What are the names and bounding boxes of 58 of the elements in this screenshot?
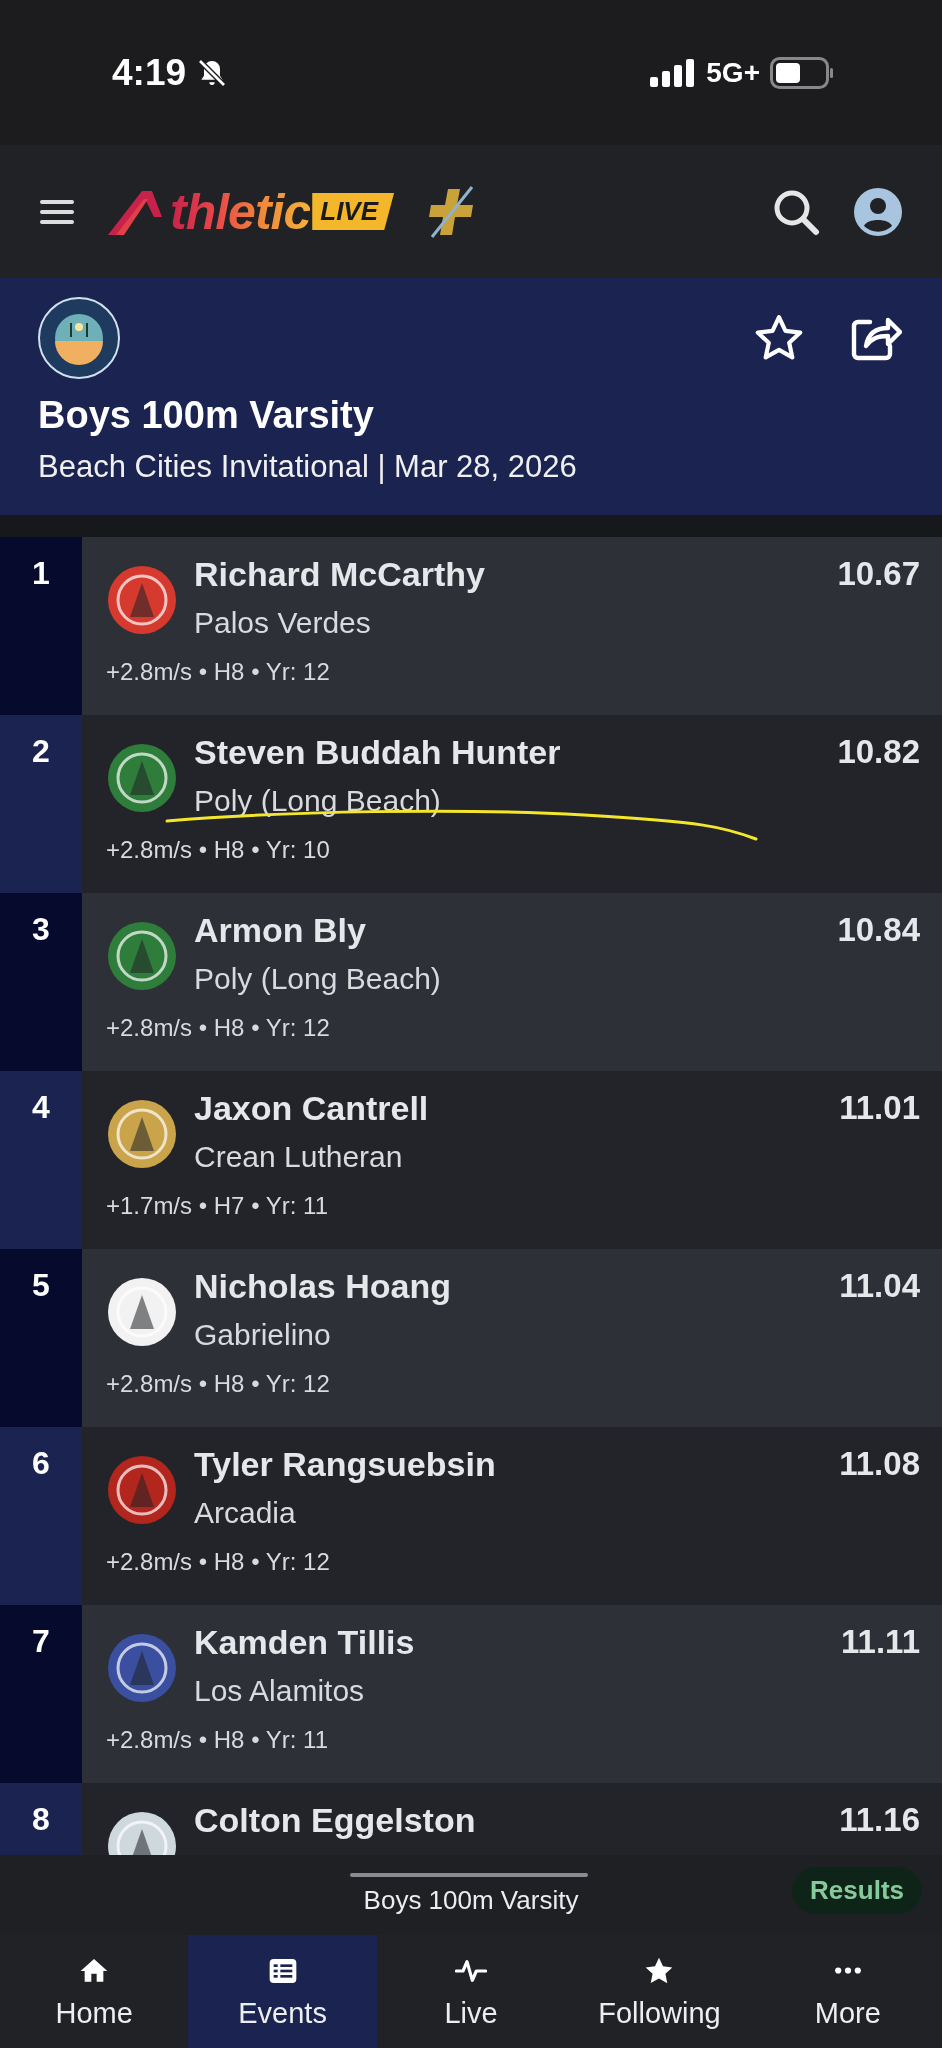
more-dots-icon xyxy=(833,1967,862,1974)
event-title: Boys 100m Varsity xyxy=(363,1885,579,1916)
race-details: +2.8m/s • H8 • Yr: 10 xyxy=(106,836,330,864)
tab-button[interactable]: Following xyxy=(565,1935,754,2048)
star-icon[interactable] xyxy=(754,314,804,362)
athlete-name: Richard McCarthy xyxy=(194,555,485,594)
place-number: 5 xyxy=(32,1267,50,1303)
result-time: 11.16 xyxy=(839,1801,920,1840)
athlete-name: Armon Bly xyxy=(194,911,366,950)
school-name: Crean Lutheran xyxy=(194,1140,403,1174)
event-subtitle: Beach Cities Invitational | Mar 28, 2026 xyxy=(38,449,578,485)
school-name: Palos Verdes xyxy=(194,606,371,640)
battery-icon xyxy=(770,56,834,89)
place-number: 1 xyxy=(32,555,50,591)
signal-icon xyxy=(650,58,697,87)
place-number: 8 xyxy=(32,1801,50,1837)
place-number: 7 xyxy=(32,1623,50,1659)
athlete-name: Jaxon Cantrell xyxy=(194,1089,429,1128)
organizer-logo-icon xyxy=(38,297,120,379)
place-number: 4 xyxy=(32,1089,50,1125)
clock-time: 4:19 xyxy=(112,51,187,94)
result-time: 11.04 xyxy=(839,1267,920,1306)
place-number: 6 xyxy=(32,1445,50,1481)
athlete-name: Colton Eggelston xyxy=(194,1801,476,1840)
result-time: 10.82 xyxy=(837,733,920,772)
school-name: Los Alamitos xyxy=(194,1674,365,1708)
race-details: +2.8m/s • H8 • Yr: 12 xyxy=(106,658,330,686)
result-time: 10.67 xyxy=(837,555,920,594)
school-name: Poly (Long Beach) xyxy=(194,784,441,818)
race-details: +2.8m/s • H8 • Yr: 11 xyxy=(106,1726,328,1754)
tab-button[interactable]: More xyxy=(753,1935,942,2048)
network-label: 5G+ xyxy=(706,56,760,89)
drag-handle[interactable] xyxy=(350,1873,588,1877)
result-time: 11.11 xyxy=(841,1623,920,1662)
race-details: +1.7m/s • H7 • Yr: 11 xyxy=(106,1192,328,1220)
result-time: 10.84 xyxy=(837,911,920,950)
result-time: 11.01 xyxy=(839,1089,920,1128)
place-number: 3 xyxy=(32,911,50,947)
school-name: Arcadia xyxy=(194,1496,296,1530)
profile-avatar-icon[interactable] xyxy=(854,187,902,236)
athlete-name: Kamden Tillis xyxy=(194,1623,415,1662)
race-details: +2.8m/s • H8 • Yr: 12 xyxy=(106,1370,330,1398)
place-number: 2 xyxy=(32,733,50,769)
athlete-name: Steven Buddah Hunter xyxy=(194,733,561,772)
athlete-name: Nicholas Hoang xyxy=(194,1267,451,1306)
school-name: Gabrielino xyxy=(194,1318,331,1352)
live-badge: LIVE xyxy=(312,193,395,230)
menu-icon[interactable] xyxy=(40,197,74,226)
results-badge[interactable]: Results xyxy=(792,1867,922,1914)
tab-button[interactable]: Events xyxy=(188,1935,377,2048)
athlete-name: Tyler Rangsuebsin xyxy=(194,1445,496,1484)
event-title: Boys 100m Varsity xyxy=(38,394,375,437)
race-details: +2.8m/s • H8 • Yr: 12 xyxy=(106,1014,330,1042)
school-name: Poly (Long Beach) xyxy=(194,962,441,996)
tab-button[interactable]: Live xyxy=(376,1935,566,2048)
tab-button[interactable]: Home xyxy=(0,1935,189,2048)
result-time: 11.08 xyxy=(839,1445,920,1484)
race-details: +2.8m/s • H8 • Yr: 12 xyxy=(106,1548,330,1576)
